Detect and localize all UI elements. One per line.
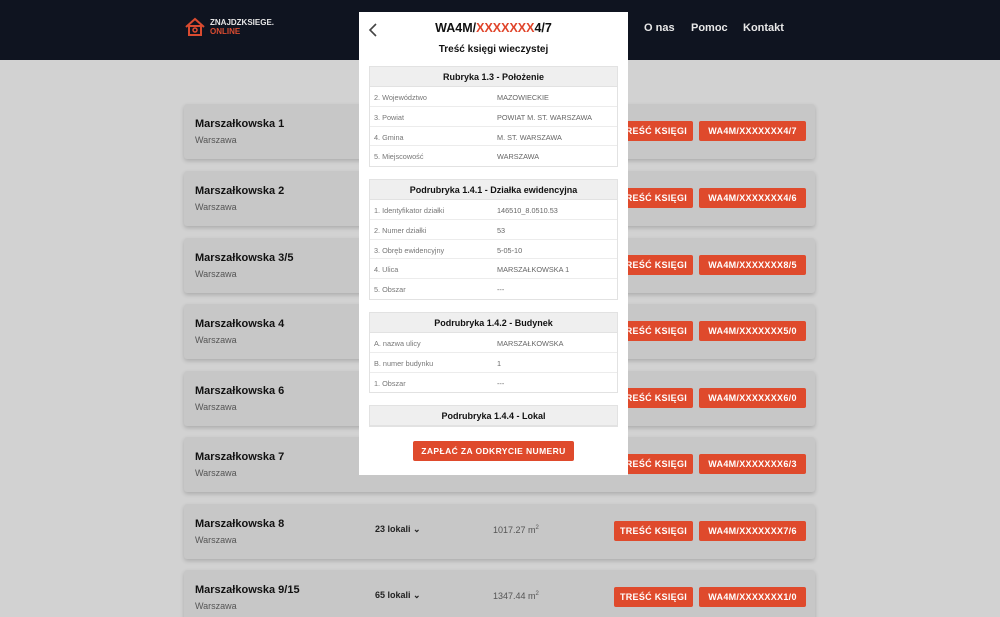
register-row: 1. Identyfikator działki 146510_8.0510.5… xyxy=(370,200,617,220)
building-city: Warszawa xyxy=(195,269,237,279)
building-area: 1017.27 m2 xyxy=(493,525,539,535)
modal-subtitle: Treść księgi wieczystej xyxy=(438,44,549,55)
row-value: MARSZAŁKOWSKA 1 xyxy=(497,265,570,275)
row-label: 5. Obszar xyxy=(374,285,406,295)
house-logo-icon xyxy=(185,17,205,36)
building-street: Marszałkowska 4 xyxy=(195,318,285,330)
register-number-button[interactable]: WA4M/XXXXXXX4/6 xyxy=(699,188,806,208)
building-area: 1347.44 m2 xyxy=(493,591,539,601)
register-number-button[interactable]: WA4M/XXXXXXX5/0 xyxy=(699,321,806,341)
building-street: Marszałkowska 7 xyxy=(195,451,285,463)
building-street: Marszałkowska 3/5 xyxy=(195,252,294,264)
register-content-button[interactable]: TREŚĆ KSIĘGI xyxy=(614,521,693,541)
building-city: Warszawa xyxy=(195,335,237,345)
row-value: MARSZAŁKOWSKA xyxy=(497,339,564,348)
section-heading: Podrubryka 1.4.2 - Budynek xyxy=(370,313,617,333)
section-heading: Rubryka 1.3 - Położenie xyxy=(370,67,617,87)
row-label: 2. Województwo xyxy=(374,93,427,102)
register-section: Podrubryka 1.4.2 - Budynek A. nazwa ulic… xyxy=(369,312,618,394)
building-street: Marszałkowska 8 xyxy=(195,518,285,530)
units-dropdown[interactable]: 65 lokali ⌄ xyxy=(375,590,421,601)
register-number-button[interactable]: WA4M/XXXXXXX4/7 xyxy=(699,121,806,141)
register-row: 5. Miejscowość WARSZAWA xyxy=(370,146,617,166)
row-label: 1. Identyfikator działki xyxy=(374,206,445,215)
nav-link-help[interactable]: Pomoc xyxy=(691,22,728,34)
register-row: 1. Obszar --- xyxy=(370,373,617,393)
row-value: 146510_8.0510.53 xyxy=(497,206,558,215)
register-number-button[interactable]: WA4M/XXXXXXX7/6 xyxy=(699,521,806,541)
building-city: Warszawa xyxy=(195,202,237,212)
row-value: WARSZAWA xyxy=(497,152,540,162)
register-section: Rubryka 1.3 - Położenie 2. Województwo M… xyxy=(369,66,618,168)
register-number-button[interactable]: WA4M/XXXXXXX6/3 xyxy=(699,454,806,474)
row-value: POWIAT M. ST. WARSZAWA xyxy=(497,112,592,122)
building-city: Warszawa xyxy=(195,535,237,545)
row-label: 3. Powiat xyxy=(374,112,405,122)
register-row: B. numer budynku 1 xyxy=(370,353,617,373)
row-value: 53 xyxy=(497,225,506,235)
row-value: 1 xyxy=(497,358,502,368)
row-value: MAZOWIECKIE xyxy=(497,93,549,102)
row-value: --- xyxy=(497,378,505,388)
chevron-down-icon: ⌄ xyxy=(413,590,421,600)
section-heading: Podrubryka 1.4.4 - Lokal xyxy=(370,406,617,426)
building-street: Marszałkowska 6 xyxy=(195,385,285,397)
register-row: 3. Obręb ewidencyjny 5-05-10 xyxy=(370,240,617,260)
logo-text-accent: ONLINE xyxy=(210,27,241,36)
section-heading: Podrubryka 1.4.1 - Działka ewidencyjna xyxy=(370,180,617,200)
building-city: Warszawa xyxy=(195,468,237,478)
register-row: 4. Ulica MARSZAŁKOWSKA 1 xyxy=(370,259,617,280)
register-number-button[interactable]: WA4M/XXXXXXX1/0 xyxy=(699,587,806,607)
building-street: Marszałkowska 9/15 xyxy=(195,584,300,596)
row-label: B. numer budynku xyxy=(374,358,434,368)
building-city: Warszawa xyxy=(195,601,237,611)
row-label: 2. Numer działki xyxy=(374,225,427,235)
building-street: Marszałkowska 1 xyxy=(195,118,285,130)
register-section: Podrubryka 1.4.4 - Lokal xyxy=(369,405,618,427)
site-logo[interactable]: ZNAJDZKSIEGE. ONLINE xyxy=(184,17,274,37)
register-content-button[interactable]: TREŚĆ KSIĘGI xyxy=(614,587,693,607)
logo-text-primary: ZNAJDZKSIEGE. xyxy=(210,18,275,27)
masked-number-part: XXXXXXX xyxy=(476,21,535,35)
nav-link-about[interactable]: O nas xyxy=(644,22,675,34)
row-value: 5-05-10 xyxy=(497,245,523,255)
chevron-down-icon: ⌄ xyxy=(413,524,421,534)
building-card: Marszałkowska 8 Warszawa 23 lokali ⌄ 1017.… xyxy=(184,504,815,559)
register-row: 3. Powiat POWIAT M. ST. WARSZAWA xyxy=(370,107,617,127)
register-number-button[interactable]: WA4M/XXXXXXX8/5 xyxy=(699,255,806,275)
row-value: --- xyxy=(497,285,505,295)
row-label: A. nazwa ulicy xyxy=(374,339,421,348)
modal-title: WA4M/XXXXXXX4/7 xyxy=(435,21,552,35)
building-card: Marszałkowska 9/15 Warszawa 65 lokali ⌄ 13… xyxy=(184,570,815,617)
register-row: 2. Województwo MAZOWIECKIE xyxy=(370,87,617,107)
pay-reveal-number-button[interactable]: ZAPŁAĆ ZA ODKRYCIE NUMERU xyxy=(413,441,574,461)
units-dropdown[interactable]: 23 lokali ⌄ xyxy=(375,524,421,535)
building-street: Marszałkowska 2 xyxy=(195,185,285,197)
register-row: A. nazwa ulicy MARSZAŁKOWSKA xyxy=(370,333,617,353)
row-label: 4. Gmina xyxy=(374,132,404,142)
register-section: Podrubryka 1.4.1 - Działka ewidencyjna 1… xyxy=(369,179,618,300)
register-row: 4. Gmina M. ST. WARSZAWA xyxy=(370,127,617,147)
row-value: M. ST. WARSZAWA xyxy=(497,132,562,142)
building-city: Warszawa xyxy=(195,402,237,412)
register-row: 5. Obszar --- xyxy=(370,279,617,299)
land-register-modal: WA4M/XXXXXXX4/7 Treść księgi wieczystej … xyxy=(359,12,628,475)
row-label: 1. Obszar xyxy=(374,378,406,388)
register-number-button[interactable]: WA4M/XXXXXXX6/0 xyxy=(699,388,806,408)
row-label: 4. Ulica xyxy=(374,265,399,275)
row-label: 5. Miejscowość xyxy=(374,152,424,162)
row-label: 3. Obręb ewidencyjny xyxy=(374,245,445,255)
register-row: 2. Numer działki 53 xyxy=(370,220,617,240)
nav-link-contact[interactable]: Kontakt xyxy=(743,22,784,34)
building-city: Warszawa xyxy=(195,135,237,145)
